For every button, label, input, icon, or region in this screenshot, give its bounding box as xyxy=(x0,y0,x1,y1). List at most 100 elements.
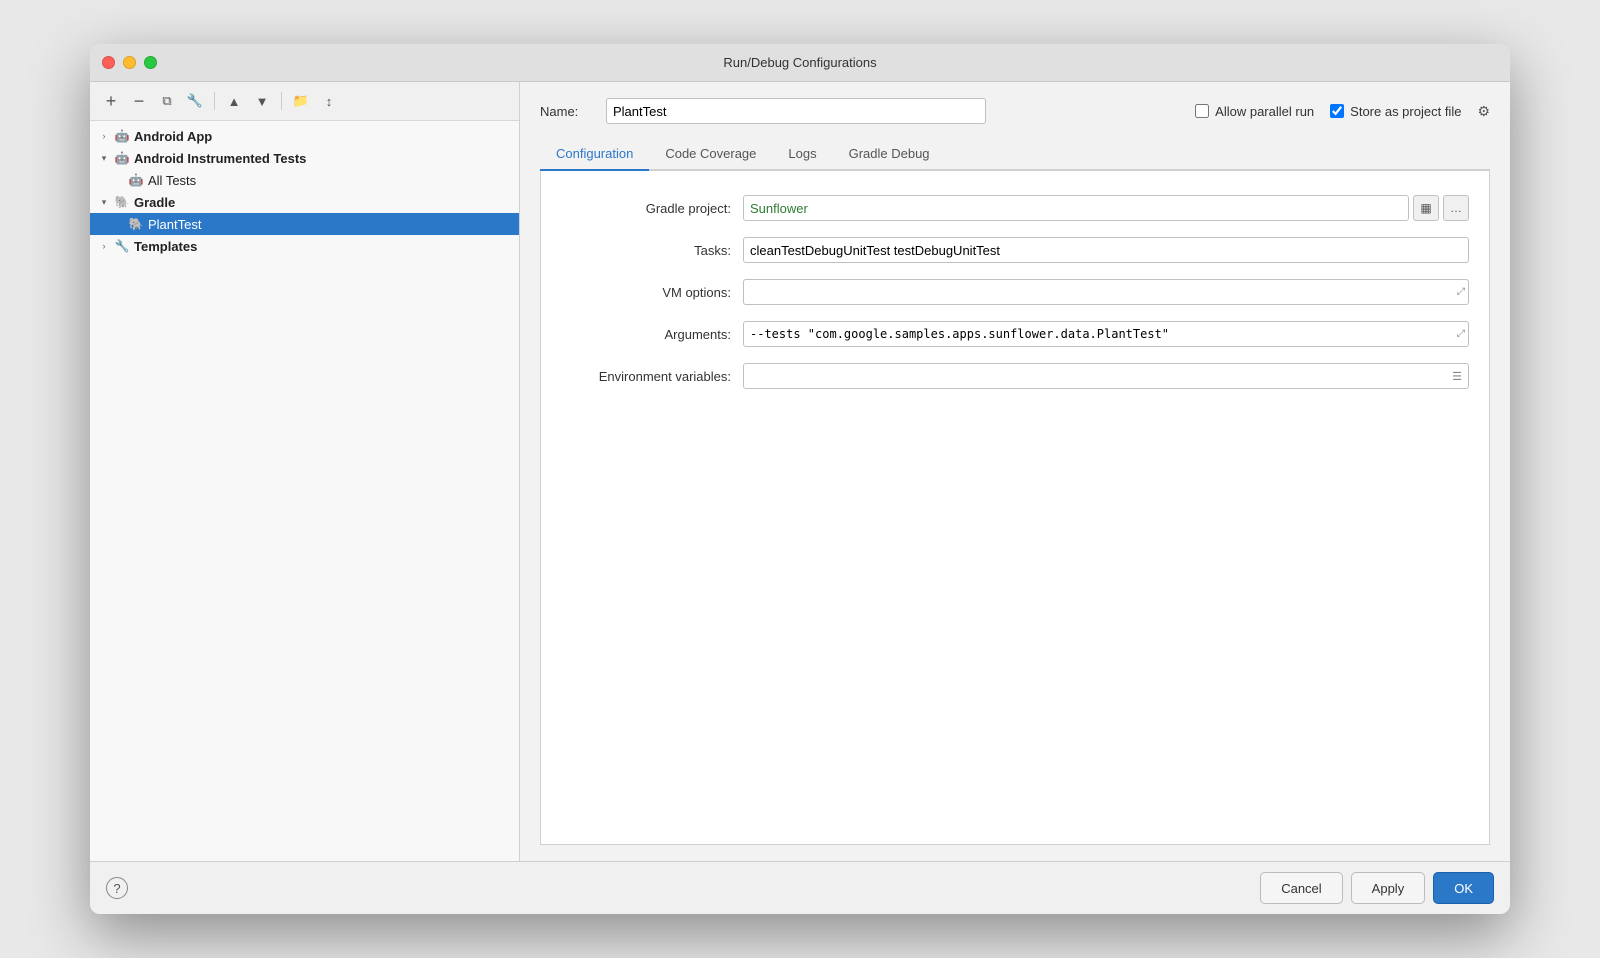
copy-icon: ⧉ xyxy=(162,93,171,109)
up-arrow-icon: ▲ xyxy=(228,94,241,109)
more-icon: … xyxy=(1450,201,1462,215)
tab-code-coverage[interactable]: Code Coverage xyxy=(649,138,772,171)
tab-logs[interactable]: Logs xyxy=(772,138,832,171)
vm-expand-icon[interactable]: ⤢ xyxy=(1457,287,1465,298)
arguments-label: Arguments: xyxy=(561,327,731,342)
name-row: Name: Allow parallel run Store as projec… xyxy=(540,98,1490,124)
sidebar-item-android-instrumented[interactable]: 🤖 Android Instrumented Tests xyxy=(90,147,519,169)
gradle-project-wrapper xyxy=(743,195,1409,221)
sidebar-item-label: Templates xyxy=(134,239,197,254)
sort-icon: ↕ xyxy=(326,94,333,109)
action-buttons: Cancel Apply OK xyxy=(1260,872,1494,904)
arguments-input[interactable] xyxy=(743,321,1469,347)
all-tests-icon: 🤖 xyxy=(128,172,144,188)
ok-button[interactable]: OK xyxy=(1433,872,1494,904)
sidebar-item-label: Android Instrumented Tests xyxy=(134,151,306,166)
gradle-project-input[interactable] xyxy=(743,195,1409,221)
apply-button[interactable]: Apply xyxy=(1351,872,1426,904)
arguments-row: Arguments: ⤢ xyxy=(561,321,1469,347)
dialog-title: Run/Debug Configurations xyxy=(723,55,876,70)
vm-options-label: VM options: xyxy=(561,285,731,300)
tabs-bar: Configuration Code Coverage Logs Gradle … xyxy=(540,138,1490,171)
close-button[interactable] xyxy=(102,56,115,69)
sidebar-item-label: Android App xyxy=(134,129,212,144)
tab-gradle-debug[interactable]: Gradle Debug xyxy=(833,138,946,171)
move-down-button[interactable]: ▼ xyxy=(251,90,273,112)
store-project-checkbox[interactable] xyxy=(1330,104,1344,118)
wrench-button[interactable]: 🔧 xyxy=(184,90,206,112)
name-input[interactable] xyxy=(606,98,986,124)
sidebar-item-android-app[interactable]: 🤖 Android App xyxy=(90,125,519,147)
gradle-project-input-group: ▦ … xyxy=(743,195,1469,221)
dialog-body: + − ⧉ 🔧 ▲ ▼ � xyxy=(90,82,1510,861)
vm-options-input[interactable] xyxy=(743,279,1469,305)
store-project-row: Store as project file xyxy=(1330,104,1461,119)
name-label: Name: xyxy=(540,104,590,119)
allow-parallel-label: Allow parallel run xyxy=(1215,104,1314,119)
gradle-project-select-btn[interactable]: ▦ xyxy=(1413,195,1439,221)
gradle-project-row: Gradle project: ▦ … xyxy=(561,195,1469,221)
sidebar-item-all-tests[interactable]: 🤖 All Tests xyxy=(90,169,519,191)
sidebar-item-label: PlantTest xyxy=(148,217,201,232)
remove-config-button[interactable]: − xyxy=(128,90,150,112)
copy-config-button[interactable]: ⧉ xyxy=(156,90,178,112)
run-debug-dialog: Run/Debug Configurations + − ⧉ 🔧 xyxy=(90,44,1510,914)
wrench-icon: 🔧 xyxy=(187,93,203,109)
env-variables-input[interactable] xyxy=(743,363,1469,389)
title-bar: Run/Debug Configurations xyxy=(90,44,1510,82)
window-controls xyxy=(102,56,157,69)
settings-gear-icon[interactable]: ⚙ xyxy=(1477,103,1490,120)
allow-parallel-row: Allow parallel run xyxy=(1195,104,1314,119)
main-content: Name: Allow parallel run Store as projec… xyxy=(520,82,1510,861)
planttest-icon: 🐘 xyxy=(128,216,144,232)
sort-button[interactable]: ↕ xyxy=(318,90,340,112)
tab-configuration[interactable]: Configuration xyxy=(540,138,649,171)
cancel-button[interactable]: Cancel xyxy=(1260,872,1342,904)
sidebar-item-label: Gradle xyxy=(134,195,175,210)
move-up-button[interactable]: ▲ xyxy=(223,90,245,112)
vm-options-wrapper: ⤢ xyxy=(743,279,1469,305)
add-icon: + xyxy=(106,92,117,110)
gradle-project-label: Gradle project: xyxy=(561,201,731,216)
sidebar-item-label: All Tests xyxy=(148,173,196,188)
folder-button[interactable]: 📁 xyxy=(290,90,312,112)
tree-arrow-icon xyxy=(98,240,110,252)
bottom-bar: ? Cancel Apply OK xyxy=(90,861,1510,914)
remove-icon: − xyxy=(134,92,145,110)
toolbar-separator-2 xyxy=(281,92,282,110)
config-tree: 🤖 Android App 🤖 Android Instrumented Tes… xyxy=(90,121,519,861)
env-variables-wrapper: ☰ xyxy=(743,363,1469,389)
env-browse-icon[interactable]: ☰ xyxy=(1447,366,1467,386)
toolbar-separator-1 xyxy=(214,92,215,110)
minimize-button[interactable] xyxy=(123,56,136,69)
env-variables-row: Environment variables: ☰ xyxy=(561,363,1469,389)
sidebar: + − ⧉ 🔧 ▲ ▼ � xyxy=(90,82,520,861)
arguments-wrapper: ⤢ xyxy=(743,321,1469,347)
help-button[interactable]: ? xyxy=(106,877,128,899)
folder-select-icon: ▦ xyxy=(1420,201,1431,215)
sidebar-toolbar: + − ⧉ 🔧 ▲ ▼ � xyxy=(90,82,519,121)
tasks-input[interactable] xyxy=(743,237,1469,263)
android-instrumented-icon: 🤖 xyxy=(114,150,130,166)
header-options: Allow parallel run Store as project file… xyxy=(1195,103,1490,120)
allow-parallel-checkbox[interactable] xyxy=(1195,104,1209,118)
add-config-button[interactable]: + xyxy=(100,90,122,112)
down-arrow-icon: ▼ xyxy=(256,94,269,109)
maximize-button[interactable] xyxy=(144,56,157,69)
templates-icon: 🔧 xyxy=(114,238,130,254)
folder-icon: 📁 xyxy=(293,93,309,109)
tree-arrow-icon xyxy=(98,130,110,142)
arguments-expand-icon[interactable]: ⤢ xyxy=(1457,329,1465,340)
sidebar-item-planttest[interactable]: 🐘 PlantTest xyxy=(90,213,519,235)
configuration-tab-content: Gradle project: ▦ … xyxy=(540,171,1490,845)
tasks-row: Tasks: xyxy=(561,237,1469,263)
store-project-label: Store as project file xyxy=(1350,104,1461,119)
sidebar-item-gradle[interactable]: 🐘 Gradle xyxy=(90,191,519,213)
env-variables-label: Environment variables: xyxy=(561,369,731,384)
gradle-icon: 🐘 xyxy=(114,194,130,210)
tasks-label: Tasks: xyxy=(561,243,731,258)
android-app-icon: 🤖 xyxy=(114,128,130,144)
gradle-project-more-btn[interactable]: … xyxy=(1443,195,1469,221)
tree-arrow-icon xyxy=(98,196,110,208)
sidebar-item-templates[interactable]: 🔧 Templates xyxy=(90,235,519,257)
